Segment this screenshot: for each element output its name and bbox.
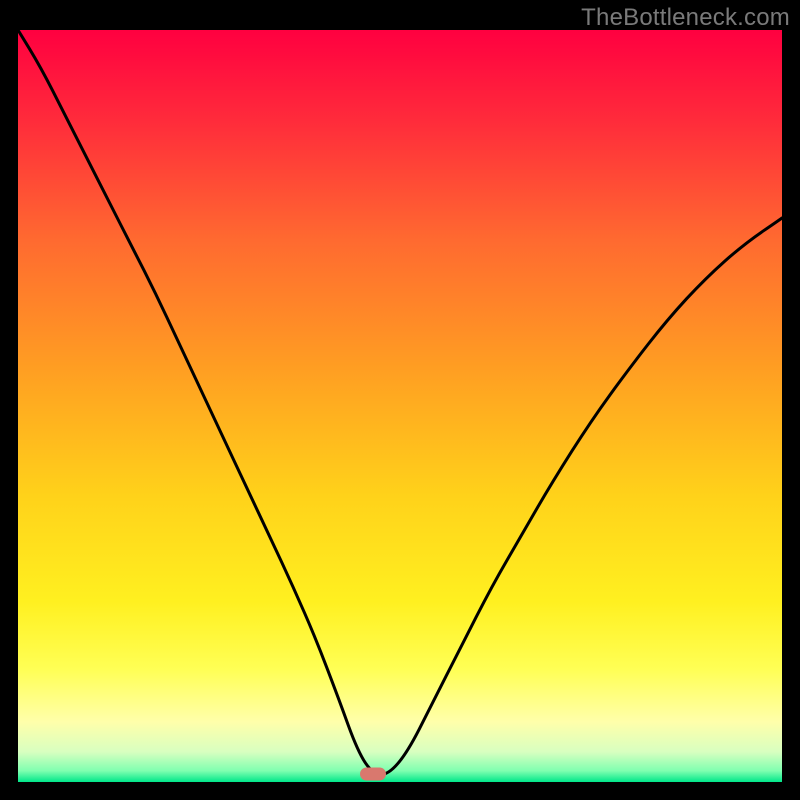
chart-frame: TheBottleneck.com [0, 0, 800, 800]
watermark-text: TheBottleneck.com [581, 4, 790, 32]
bottleneck-curve [18, 30, 782, 782]
optimal-marker [360, 768, 386, 781]
plot-area [18, 30, 782, 782]
